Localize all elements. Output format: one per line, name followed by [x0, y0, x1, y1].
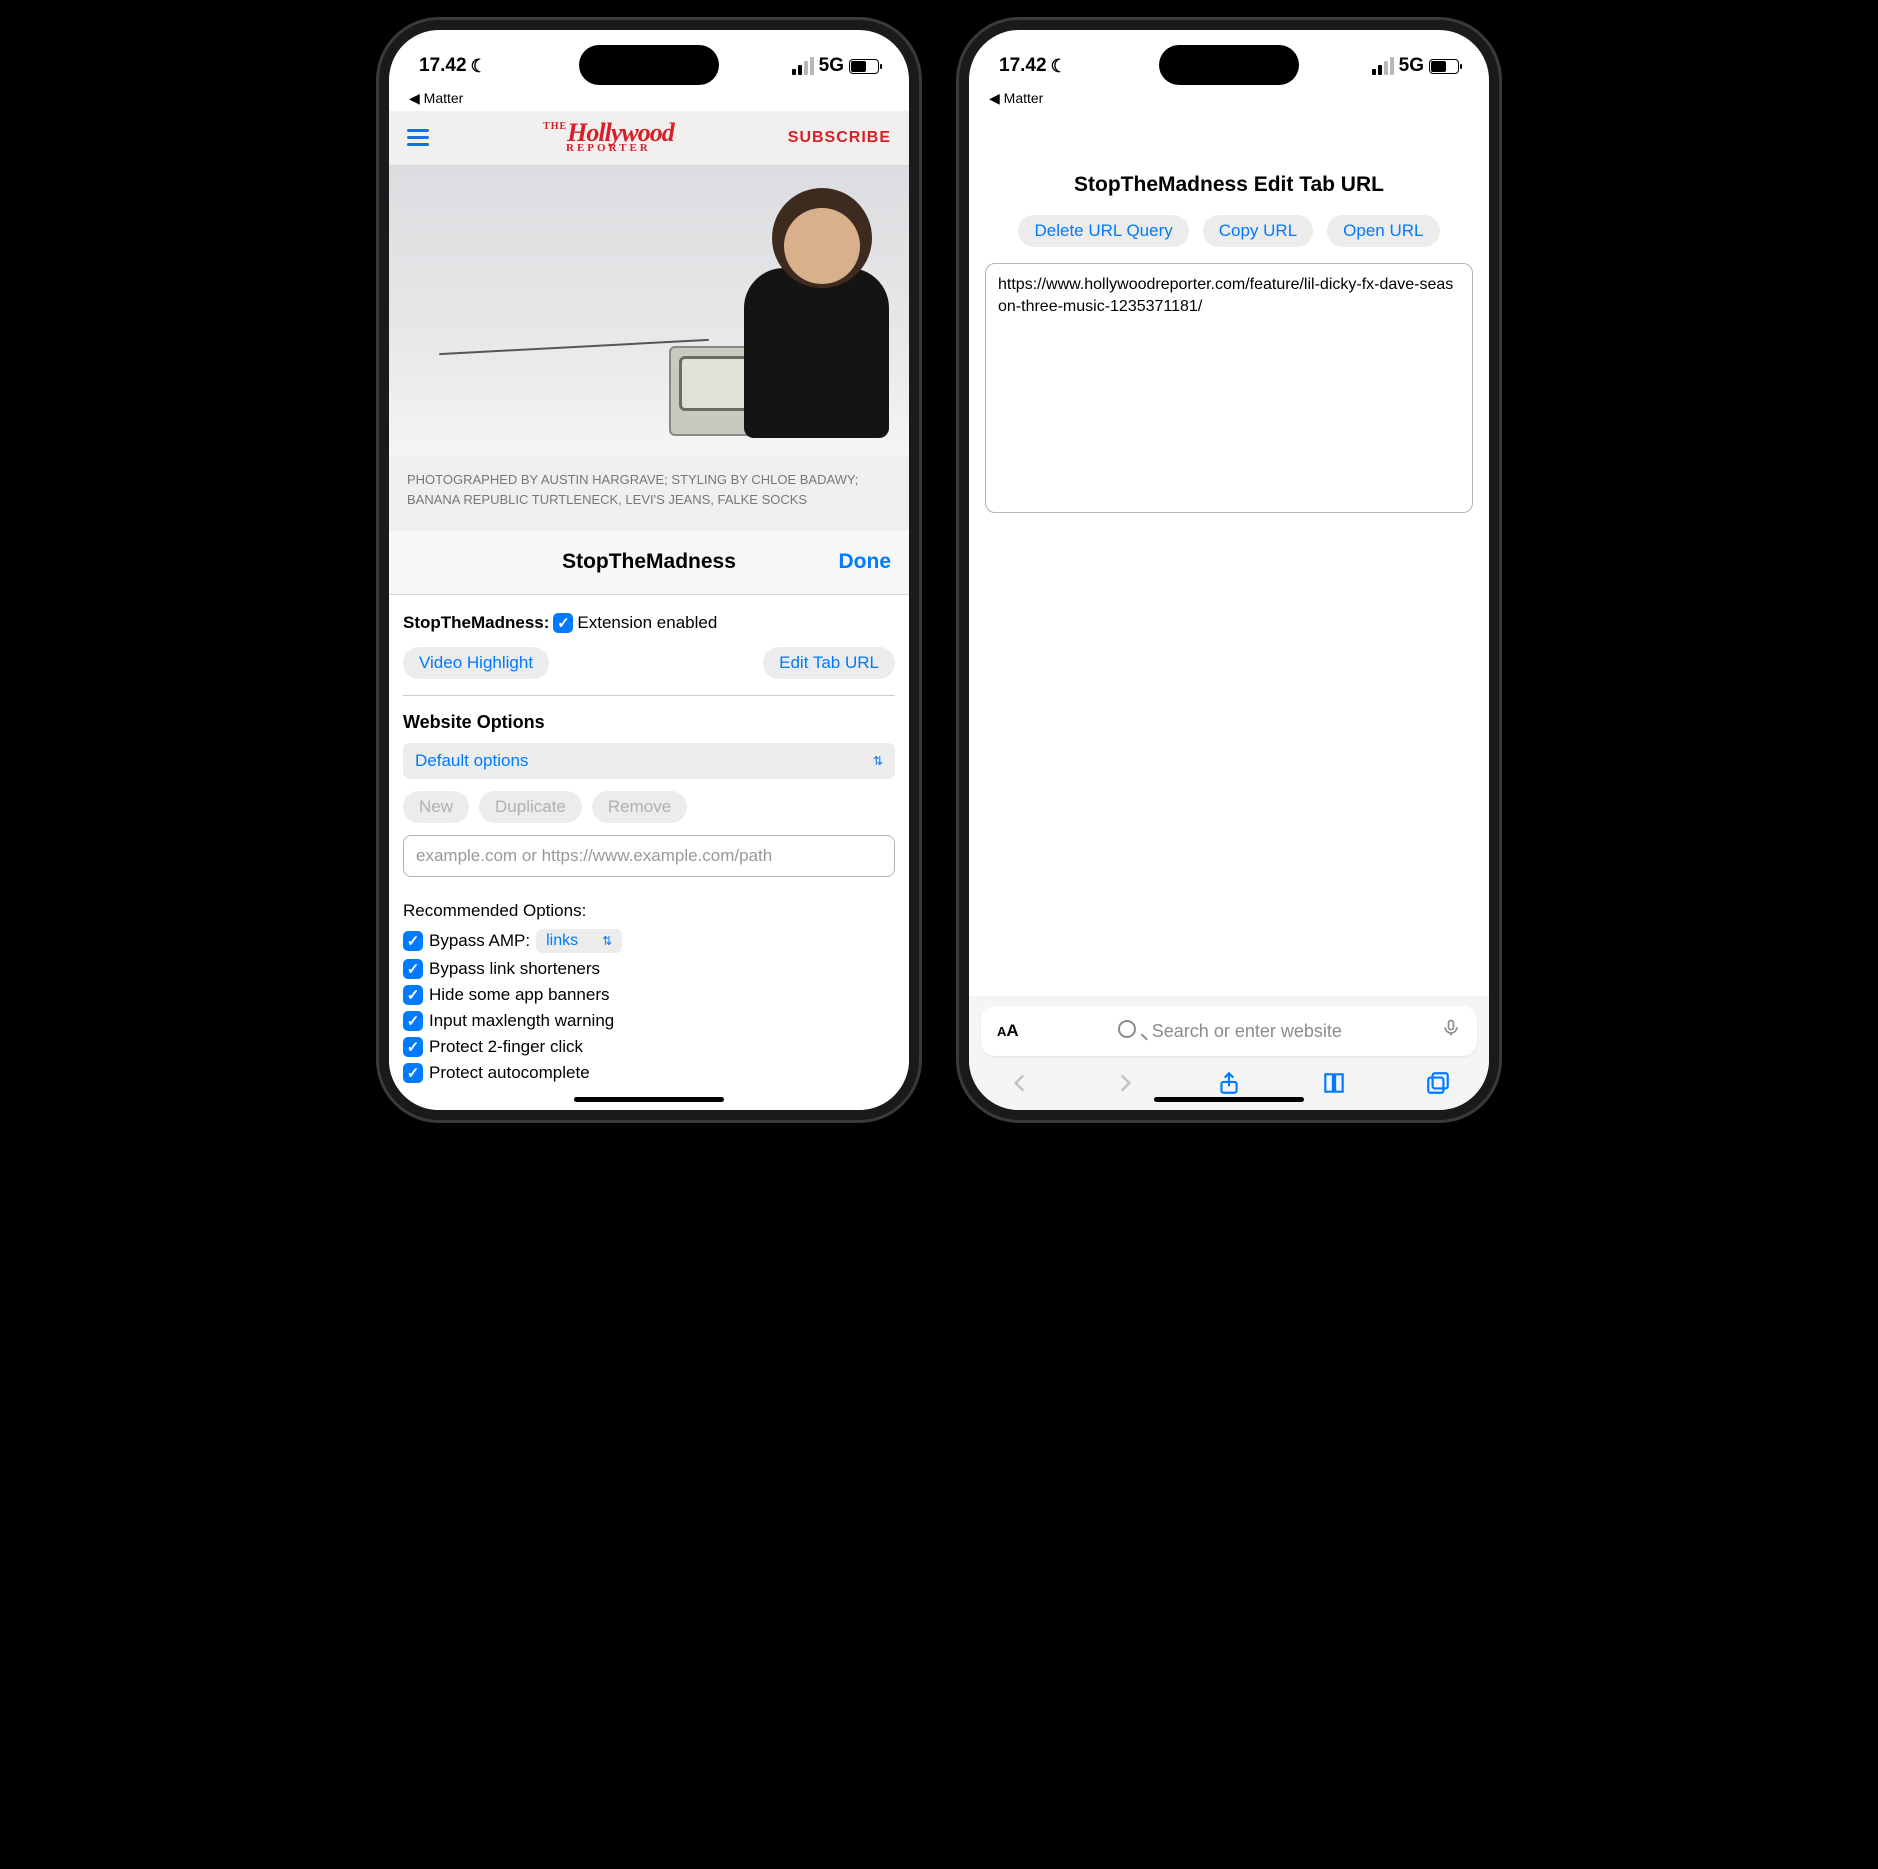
- dynamic-island: [579, 45, 719, 85]
- home-indicator[interactable]: [1154, 1097, 1304, 1102]
- ext-name-label: StopTheMadness:: [403, 613, 549, 633]
- subscribe-link[interactable]: SUBSCRIBE: [788, 129, 891, 147]
- website-options-heading: Website Options: [403, 712, 895, 733]
- extension-sheet-header: StopTheMadness Done: [389, 529, 909, 595]
- address-bar[interactable]: AA Search or enter website: [981, 1006, 1477, 1056]
- extension-enabled-checkbox[interactable]: ✓: [553, 613, 573, 633]
- site-header: THEHollywood REPORTER SUBSCRIBE: [389, 111, 909, 166]
- dynamic-island: [1159, 45, 1299, 85]
- bookmarks-button[interactable]: [1321, 1070, 1347, 1096]
- status-time: 17.42: [419, 55, 467, 77]
- network-label: 5G: [819, 55, 844, 77]
- network-label: 5G: [1399, 55, 1424, 77]
- site-logo[interactable]: THEHollywood REPORTER: [429, 123, 788, 153]
- tabs-button[interactable]: [1425, 1070, 1451, 1096]
- edit-tab-url-button[interactable]: Edit Tab URL: [763, 647, 895, 679]
- done-button[interactable]: Done: [839, 550, 892, 574]
- battery-icon: [1429, 59, 1459, 74]
- search-icon: [1118, 1020, 1144, 1043]
- page-settings-aa-button[interactable]: AA: [997, 1021, 1019, 1041]
- edit-url-page: StopTheMadness Edit Tab URL Delete URL Q…: [969, 111, 1489, 996]
- signal-icon: [1372, 57, 1394, 75]
- dnd-moon-icon: ☾: [471, 56, 487, 77]
- sheet-title: StopTheMadness: [562, 550, 736, 574]
- signal-icon: [792, 57, 814, 75]
- new-profile-button[interactable]: New: [403, 791, 469, 823]
- bypass-amp-select[interactable]: links ⇅: [536, 929, 622, 953]
- home-indicator[interactable]: [574, 1097, 724, 1102]
- extension-enabled-label: Extension enabled: [577, 613, 717, 633]
- remove-profile-button[interactable]: Remove: [592, 791, 687, 823]
- safari-bottom-bar: AA Search or enter website: [969, 996, 1489, 1110]
- chevron-updown-icon: ⇅: [602, 934, 612, 948]
- phone-left: 17.42 ☾ 5G ◀ Matter THEHollywood REPORTE…: [379, 20, 919, 1120]
- protect-autocomplete-checkbox[interactable]: ✓: [403, 1063, 423, 1083]
- breadcrumb-back[interactable]: ◀ Matter: [389, 90, 909, 111]
- divider: [403, 695, 895, 696]
- protect-autocomplete-label: Protect autocomplete: [429, 1063, 590, 1083]
- maxlength-warning-checkbox[interactable]: ✓: [403, 1011, 423, 1031]
- bypass-amp-label: Bypass AMP:: [429, 931, 530, 951]
- breadcrumb-back[interactable]: ◀ Matter: [969, 90, 1489, 111]
- protect-2finger-label: Protect 2-finger click: [429, 1037, 583, 1057]
- recommended-options-heading: Recommended Options:: [403, 901, 895, 921]
- delete-url-query-button[interactable]: Delete URL Query: [1018, 215, 1188, 247]
- open-url-button[interactable]: Open URL: [1327, 215, 1439, 247]
- back-button[interactable]: [1007, 1070, 1033, 1096]
- maxlength-warning-label: Input maxlength warning: [429, 1011, 614, 1031]
- options-profile-select[interactable]: Default options ⇅: [403, 743, 895, 779]
- bypass-shorteners-label: Bypass link shorteners: [429, 959, 600, 979]
- copy-url-button[interactable]: Copy URL: [1203, 215, 1313, 247]
- battery-icon: [849, 59, 879, 74]
- safari-toolbar: [981, 1056, 1477, 1096]
- extension-sheet-body: StopTheMadness: ✓ Extension enabled Vide…: [389, 595, 909, 1110]
- image-caption: PHOTOGRAPHED BY AUSTIN HARGRAVE; STYLING…: [389, 456, 909, 530]
- url-textarea[interactable]: https://www.hollywoodreporter.com/featur…: [985, 263, 1473, 513]
- protect-2finger-checkbox[interactable]: ✓: [403, 1037, 423, 1057]
- hide-banners-label: Hide some app banners: [429, 985, 610, 1005]
- page-title: StopTheMadness Edit Tab URL: [985, 173, 1473, 197]
- chevron-updown-icon: ⇅: [873, 754, 883, 768]
- duplicate-profile-button[interactable]: Duplicate: [479, 791, 582, 823]
- share-button[interactable]: [1216, 1070, 1242, 1096]
- hide-banners-checkbox[interactable]: ✓: [403, 985, 423, 1005]
- phone-right: 17.42 ☾ 5G ◀ Matter StopTheMadness Edit …: [959, 20, 1499, 1120]
- status-time: 17.42: [999, 55, 1047, 77]
- microphone-icon[interactable]: [1441, 1018, 1461, 1044]
- video-highlight-button[interactable]: Video Highlight: [403, 647, 549, 679]
- forward-button[interactable]: [1112, 1070, 1138, 1096]
- site-url-input[interactable]: [403, 835, 895, 877]
- menu-icon[interactable]: [407, 129, 429, 146]
- bypass-shorteners-checkbox[interactable]: ✓: [403, 959, 423, 979]
- article-hero-image: [389, 166, 909, 456]
- bypass-amp-checkbox[interactable]: ✓: [403, 931, 423, 951]
- dnd-moon-icon: ☾: [1051, 56, 1067, 77]
- search-field[interactable]: Search or enter website: [1031, 1020, 1429, 1043]
